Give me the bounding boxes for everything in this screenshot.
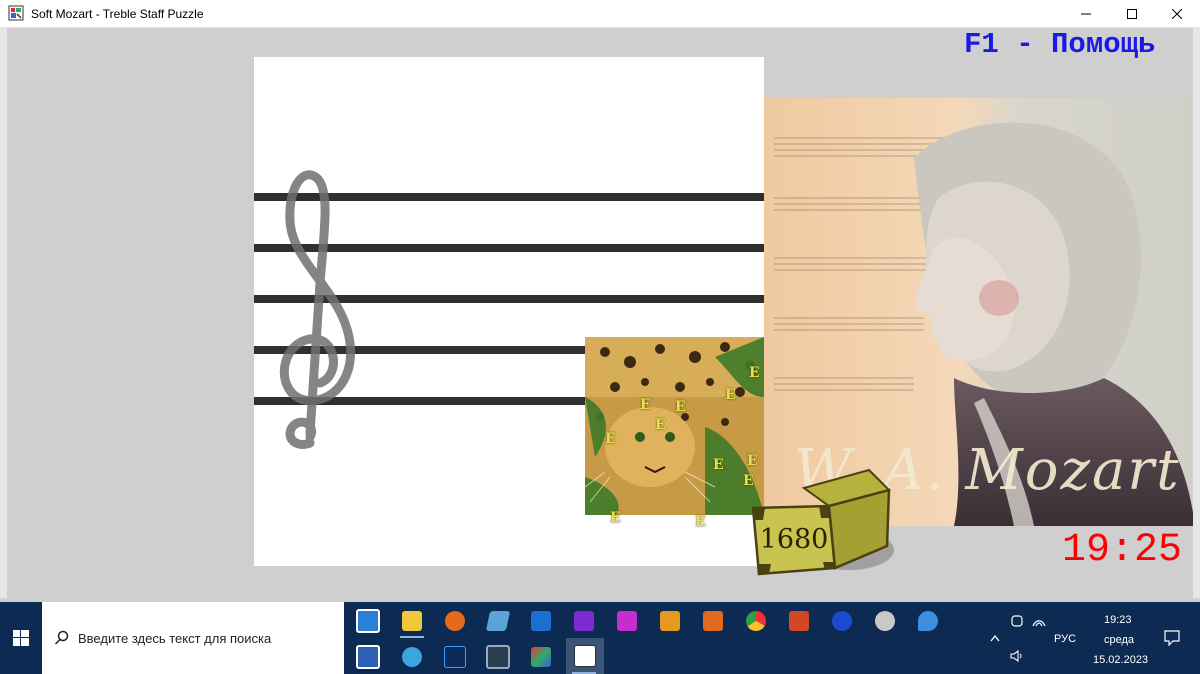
wifi-icon[interactable] [1032,615,1046,627]
clock-date[interactable]: 15.02.2023 [1093,654,1148,666]
close-icon [1172,8,1182,19]
card-letter: E [640,397,651,413]
taskbar-search[interactable]: Введите здесь текст для поиска [42,602,344,674]
notes-icon[interactable] [480,604,516,638]
card-letter: E [749,365,760,381]
help-label: F1 - Помощь [964,28,1156,61]
blue-app-icon[interactable] [523,604,559,638]
card-letter: E [713,457,724,473]
search-input[interactable]: Введите здесь текст для поиска [78,631,271,646]
chrome-icon[interactable] [738,604,774,638]
minimize-icon [1081,13,1091,14]
close-button[interactable] [1154,0,1200,27]
powerpoint-icon[interactable] [781,604,817,638]
title-bar: Soft Mozart - Treble Staff Puzzle [0,0,1200,28]
start-button[interactable] [0,602,42,674]
clock-time[interactable]: 19:23 [1104,614,1132,626]
photoshop-icon[interactable] [437,640,473,674]
card-letter: E [655,417,666,433]
treble-clef-icon [279,170,356,449]
edge-legacy-icon[interactable] [910,604,946,638]
notifications-icon[interactable] [1164,630,1180,646]
system-tray: РУС 19:23 среда 15.02.2023 [980,602,1200,674]
maximize-button[interactable] [1109,0,1155,27]
leopard-puzzle-card[interactable]: E E E E E E E E E [585,337,764,515]
taskbar: Введите здесь текст для поиска РУС 19:23… [0,602,1200,674]
search-icon [54,630,69,645]
window-right-edge [1193,28,1200,598]
chevron-up-icon[interactable] [990,634,1000,642]
card-letter: E [675,399,686,415]
maximize-icon [1127,8,1137,19]
card-letter: E [747,453,758,469]
cloud-app-icon[interactable] [867,604,903,638]
file-explorer-icon[interactable] [394,604,430,638]
volume-icon[interactable] [1010,650,1024,662]
window-left-edge [0,28,7,598]
windows-logo-icon [13,630,29,646]
card-letter: E [725,387,736,403]
falling-letter: E [610,510,621,526]
search-app-icon[interactable] [437,604,473,638]
score-counter: 1680 [759,524,829,555]
language-indicator[interactable]: РУС [1054,633,1076,645]
soft-mozart-icon[interactable] [566,638,604,674]
clock-day[interactable]: среда [1104,634,1134,646]
leopard-image [585,337,764,515]
window-title: Soft Mozart - Treble Staff Puzzle [31,7,204,21]
word-icon[interactable] [350,640,386,674]
film-app-icon[interactable] [480,640,516,674]
installer-icon[interactable] [523,640,559,674]
video-player-icon[interactable] [695,604,731,638]
browser-icon[interactable] [394,640,430,674]
treasure-chest-icon [751,468,894,576]
media-icon[interactable] [824,604,860,638]
minimize-button[interactable] [1063,0,1109,27]
mozart-portrait: W. A. Mozart [764,98,1193,526]
card-letter: E [605,431,616,447]
app-icon [8,5,24,21]
xmind-alt-icon[interactable] [609,604,645,638]
game-area: F1 - Помощь W. A. Mozart E E E E E E E E… [7,28,1193,598]
headset-icon[interactable] [1010,614,1024,628]
falling-letter: E [695,514,706,530]
timer-display: 19:25 [1062,528,1183,573]
store-icon[interactable] [350,604,386,638]
xmind-icon[interactable] [566,604,602,638]
music-app-icon[interactable] [652,604,688,638]
